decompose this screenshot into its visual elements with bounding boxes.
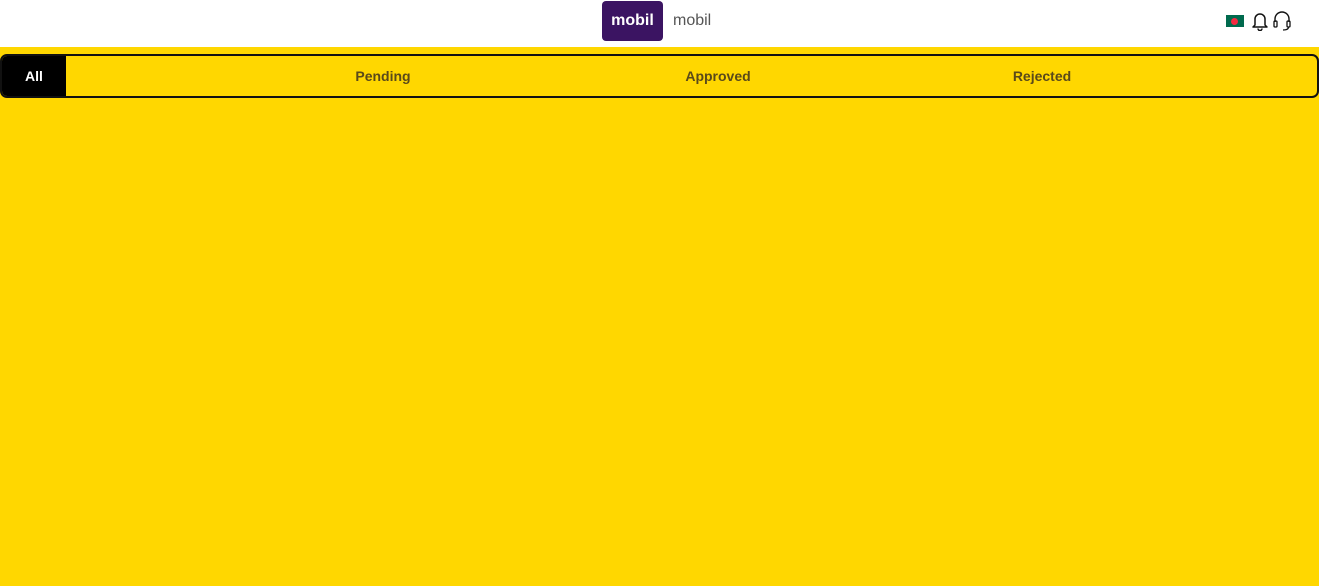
headset-icon[interactable] bbox=[1272, 10, 1292, 32]
brand[interactable]: mobil mobil bbox=[602, 1, 711, 41]
header-actions bbox=[1226, 9, 1292, 33]
status-tabs: All Pending Approved Rejected bbox=[0, 54, 1319, 98]
tab-rejected[interactable]: Rejected bbox=[942, 56, 1142, 96]
brand-name: mobil bbox=[673, 12, 712, 29]
top-bar: mobil mobil bbox=[0, 0, 1319, 47]
bangladesh-flag-icon[interactable] bbox=[1226, 15, 1244, 27]
bell-icon[interactable] bbox=[1250, 10, 1270, 32]
tab-all[interactable]: All bbox=[2, 56, 66, 96]
brand-logo[interactable]: mobil bbox=[602, 1, 663, 41]
tab-pending[interactable]: Pending bbox=[283, 56, 483, 96]
tab-approved[interactable]: Approved bbox=[618, 56, 818, 96]
